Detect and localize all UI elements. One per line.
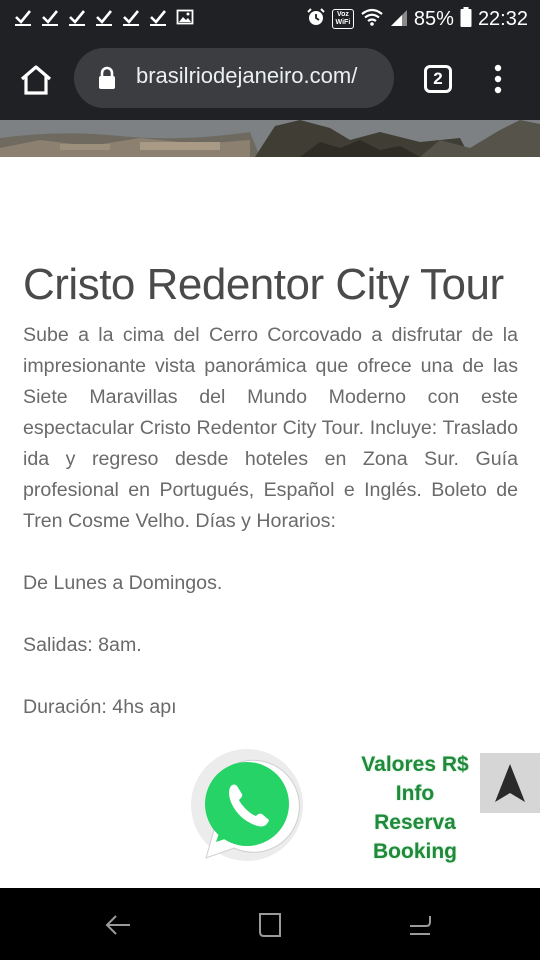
- check-icon: [149, 6, 167, 28]
- back-to-top-button[interactable]: [480, 753, 540, 813]
- booking-label-info[interactable]: Info: [345, 779, 485, 808]
- status-bar: Voz WiFi 85% 22:32: [0, 0, 540, 38]
- system-status: Voz WiFi 85% 22:32: [306, 6, 528, 32]
- booking-label-prices[interactable]: Valores R$: [345, 750, 485, 779]
- back-arrow-icon: [105, 915, 130, 935]
- image-icon: [176, 6, 194, 28]
- vowifi-icon: Voz WiFi: [331, 9, 354, 29]
- booking-label-booking[interactable]: Booking: [345, 837, 485, 866]
- check-icon: [41, 6, 59, 28]
- lock-icon: [99, 66, 115, 89]
- url-text: brasilriodejaneiro.com/: [136, 63, 358, 88]
- check-icon: [68, 6, 86, 28]
- article: Cristo Redentor City Tour Sube a la cima…: [23, 262, 518, 723]
- switch-apps-icon: [410, 916, 431, 935]
- article-days: De Lunes a Domingos.: [23, 572, 223, 594]
- address-bar[interactable]: brasilriodejaneiro.com/: [74, 48, 394, 108]
- arrow-up-icon: [495, 764, 525, 802]
- booking-label-reserve[interactable]: Reserva: [345, 808, 485, 837]
- browser-toolbar: brasilriodejaneiro.com/ 2: [0, 38, 540, 120]
- battery-percent: 85%: [413, 7, 454, 30]
- booking-links[interactable]: Valores R$ Info Reserva Booking: [345, 750, 485, 866]
- tab-switcher-button[interactable]: 2: [424, 65, 452, 93]
- overflow-menu-button[interactable]: [490, 64, 506, 94]
- whatsapp-button[interactable]: [186, 746, 308, 868]
- whatsapp-icon: [191, 749, 303, 861]
- home-icon: [20, 65, 52, 95]
- nav-home-button[interactable]: [406, 912, 434, 938]
- alarm-icon: [306, 7, 326, 32]
- page-title: Cristo Redentor City Tour: [23, 260, 504, 309]
- article-description: Sube a la cima del Cerro Corcovado a dis…: [23, 324, 518, 532]
- wifi-icon: [360, 7, 384, 32]
- clock: 22:32: [477, 7, 528, 30]
- battery-icon: [460, 6, 472, 32]
- hero-image: [0, 120, 540, 157]
- signal-icon: [390, 7, 408, 32]
- check-icon: [14, 6, 32, 28]
- notification-icons: [14, 6, 194, 28]
- article-duration: Duración: 4hs apı: [23, 696, 177, 718]
- more-vert-icon: [494, 64, 502, 94]
- nav-recents-button[interactable]: [256, 912, 284, 938]
- system-nav-bar: [0, 888, 540, 960]
- recents-icon: [259, 913, 281, 937]
- home-button[interactable]: [18, 62, 54, 98]
- check-icon: [95, 6, 113, 28]
- nav-back-button[interactable]: [104, 912, 132, 938]
- article-departures: Salidas: 8am.: [23, 634, 142, 656]
- check-icon: [122, 6, 140, 28]
